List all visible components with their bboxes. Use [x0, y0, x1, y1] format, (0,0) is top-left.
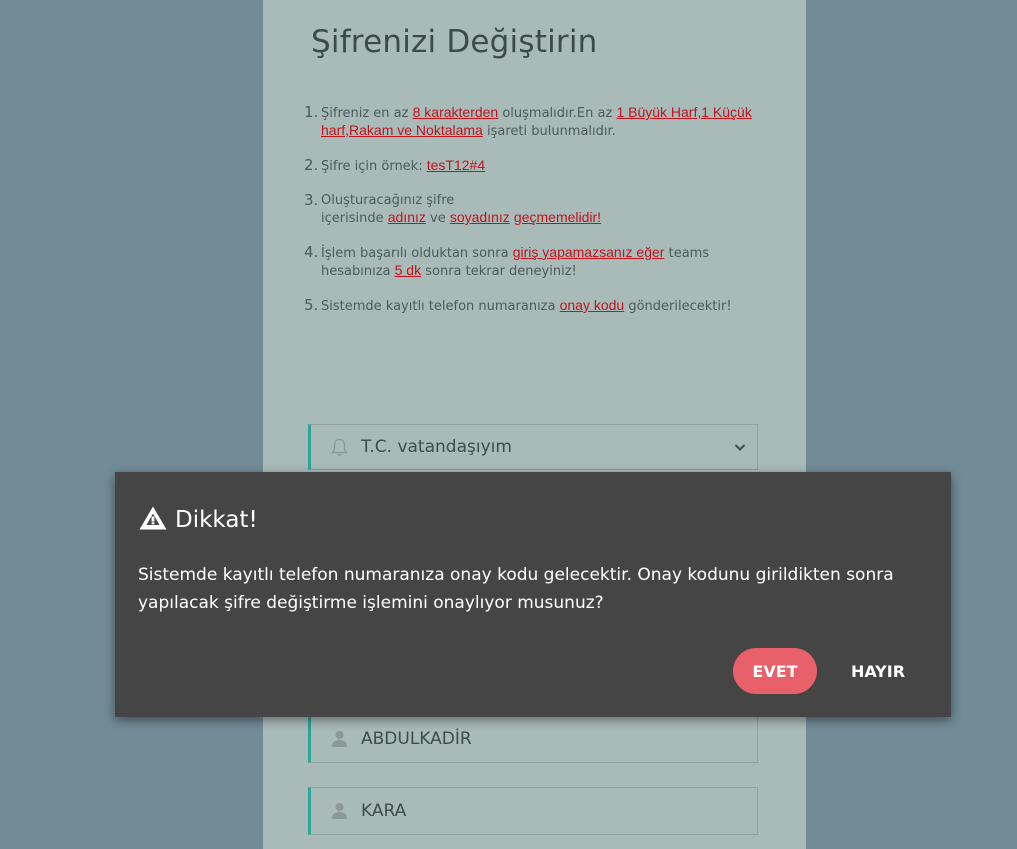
last-name-value: KARA: [361, 801, 407, 821]
dialog-message: Sistemde kayıtlı telefon numaranıza onay…: [138, 565, 894, 613]
bell-icon: [331, 438, 348, 461]
rule-number: 3.: [304, 191, 319, 209]
dialog-header: Dikkat!: [138, 505, 258, 535]
cancel-button[interactable]: HAYIR: [833, 648, 923, 694]
rule-text: Şifreniz en az 8 karakterden oluşmalıdır…: [321, 104, 774, 140]
rule-highlight: soyadınız: [449, 209, 510, 225]
rule-text-part: sonra tekrar deneyiniz!: [421, 264, 577, 279]
rule-highlight: 5 dk: [394, 262, 422, 278]
password-rules-list: 1. Şifreniz en az 8 karakterden oluşmalıd…: [304, 104, 774, 332]
citizenship-value: T.C. vatandaşıyım: [361, 437, 512, 457]
chevron-down-icon[interactable]: [733, 439, 747, 458]
rule-highlight: 8 karakterden: [412, 104, 499, 120]
last-name-field[interactable]: KARA: [308, 787, 758, 835]
rule-item: 3. Oluşturacağınız şifre içerisinde adınız…: [304, 192, 774, 227]
rule-text-part: ve: [425, 211, 450, 226]
rule-text-part: gönderilecektir!: [624, 299, 732, 314]
warning-icon: [138, 505, 168, 535]
rule-highlight: giriş yapamazsanız eğer: [512, 244, 665, 260]
rule-text: Şifre için örnek: tesT12#4: [321, 157, 774, 175]
rule-number: 1.: [304, 103, 319, 121]
rule-highlight: tesT12#4: [426, 157, 486, 173]
rule-text: İşlem başarılı olduktan sonra giriş yapa…: [321, 244, 774, 280]
dialog-title: Dikkat!: [175, 507, 258, 533]
rule-text-part: Şifre için örnek:: [321, 159, 427, 174]
rule-item: 4. İşlem başarılı olduktan sonra giriş ya…: [304, 244, 774, 280]
rule-number: 4.: [304, 243, 319, 261]
rule-highlight: geçmemelidir!: [513, 209, 602, 225]
first-name-value: ABDULKADİR: [361, 729, 472, 749]
page-title: Şifrenizi Değiştirin: [311, 24, 598, 60]
confirm-button[interactable]: EVET: [733, 648, 817, 694]
rule-item: 2. Şifre için örnek: tesT12#4: [304, 157, 774, 175]
rule-text-part: Oluşturacağınız şifre: [321, 193, 455, 208]
confirm-dialog: Dikkat! Sistemde kayıtlı telefon numaran…: [115, 472, 951, 717]
rule-number: 5.: [304, 296, 319, 314]
rule-text: Sistemde kayıtlı telefon numaranıza onay…: [321, 297, 774, 315]
rule-item: 1. Şifreniz en az 8 karakterden oluşmalıd…: [304, 104, 774, 140]
rule-text-part: İşlem başarılı olduktan sonra: [321, 246, 513, 261]
user-icon: [331, 730, 348, 752]
rule-highlight: adınız: [387, 209, 426, 225]
rule-text-part: işareti bulunmalıdır.: [482, 124, 616, 139]
rule-text-part: içerisinde: [321, 211, 388, 226]
rule-text-part: Sistemde kayıtlı telefon numaranıza: [321, 299, 560, 314]
first-name-field[interactable]: ABDULKADİR: [308, 717, 758, 763]
rule-highlight: onay kodu: [559, 297, 625, 313]
rule-text-part: oluşmalıdır.En az: [498, 106, 617, 121]
citizenship-select[interactable]: T.C. vatandaşıyım: [308, 424, 758, 470]
rule-text: Oluşturacağınız şifre içerisinde adınız v…: [321, 192, 774, 227]
rule-text-part: Şifreniz en az: [321, 106, 413, 121]
rule-number: 2.: [304, 156, 319, 174]
user-icon: [331, 802, 348, 824]
rule-item: 5. Sistemde kayıtlı telefon numaranıza on…: [304, 297, 774, 315]
